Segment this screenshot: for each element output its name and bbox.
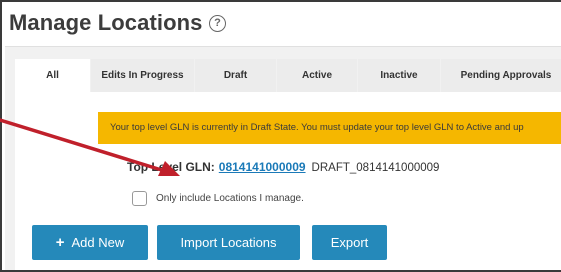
- only-my-locations-filter: Only include Locations I manage.: [132, 191, 304, 206]
- add-new-label: Add New: [71, 235, 125, 250]
- only-my-locations-checkbox[interactable]: [132, 191, 147, 206]
- tab-draft[interactable]: Draft: [195, 59, 276, 92]
- gln-draft-value: DRAFT_0814141000009: [311, 162, 440, 174]
- tab-inactive[interactable]: Inactive: [358, 59, 440, 92]
- tab-active[interactable]: Active: [277, 59, 357, 92]
- import-locations-button[interactable]: Import Locations: [157, 225, 300, 260]
- app-frame: Manage Locations ? All Edits In Progress…: [0, 0, 561, 272]
- plus-icon: +: [55, 234, 65, 251]
- main-content: All Edits In Progress Draft Active Inact…: [5, 46, 561, 270]
- only-my-locations-label[interactable]: Only include Locations I manage.: [156, 193, 304, 204]
- gln-label: Top Level GLN:: [127, 160, 215, 174]
- export-button[interactable]: Export: [312, 225, 387, 260]
- top-level-gln-row: Top Level GLN: 0814141000009 DRAFT_0814141…: [127, 160, 439, 174]
- tab-panel-all: Your top level GLN is currently in Draft…: [15, 92, 561, 270]
- page-header: Manage Locations ?: [2, 2, 561, 46]
- tab-edits-in-progress[interactable]: Edits In Progress: [91, 59, 194, 92]
- location-tabs: All Edits In Progress Draft Active Inact…: [15, 59, 561, 92]
- page-title: Manage Locations: [9, 10, 203, 35]
- gln-link[interactable]: 0814141000009: [219, 160, 306, 174]
- add-new-button[interactable]: + Add New: [32, 225, 148, 260]
- draft-state-alert: Your top level GLN is currently in Draft…: [98, 112, 561, 144]
- tab-all[interactable]: All: [15, 59, 90, 92]
- help-circle-icon[interactable]: ?: [209, 15, 226, 32]
- tab-pending-approvals[interactable]: Pending Approvals: [441, 59, 561, 92]
